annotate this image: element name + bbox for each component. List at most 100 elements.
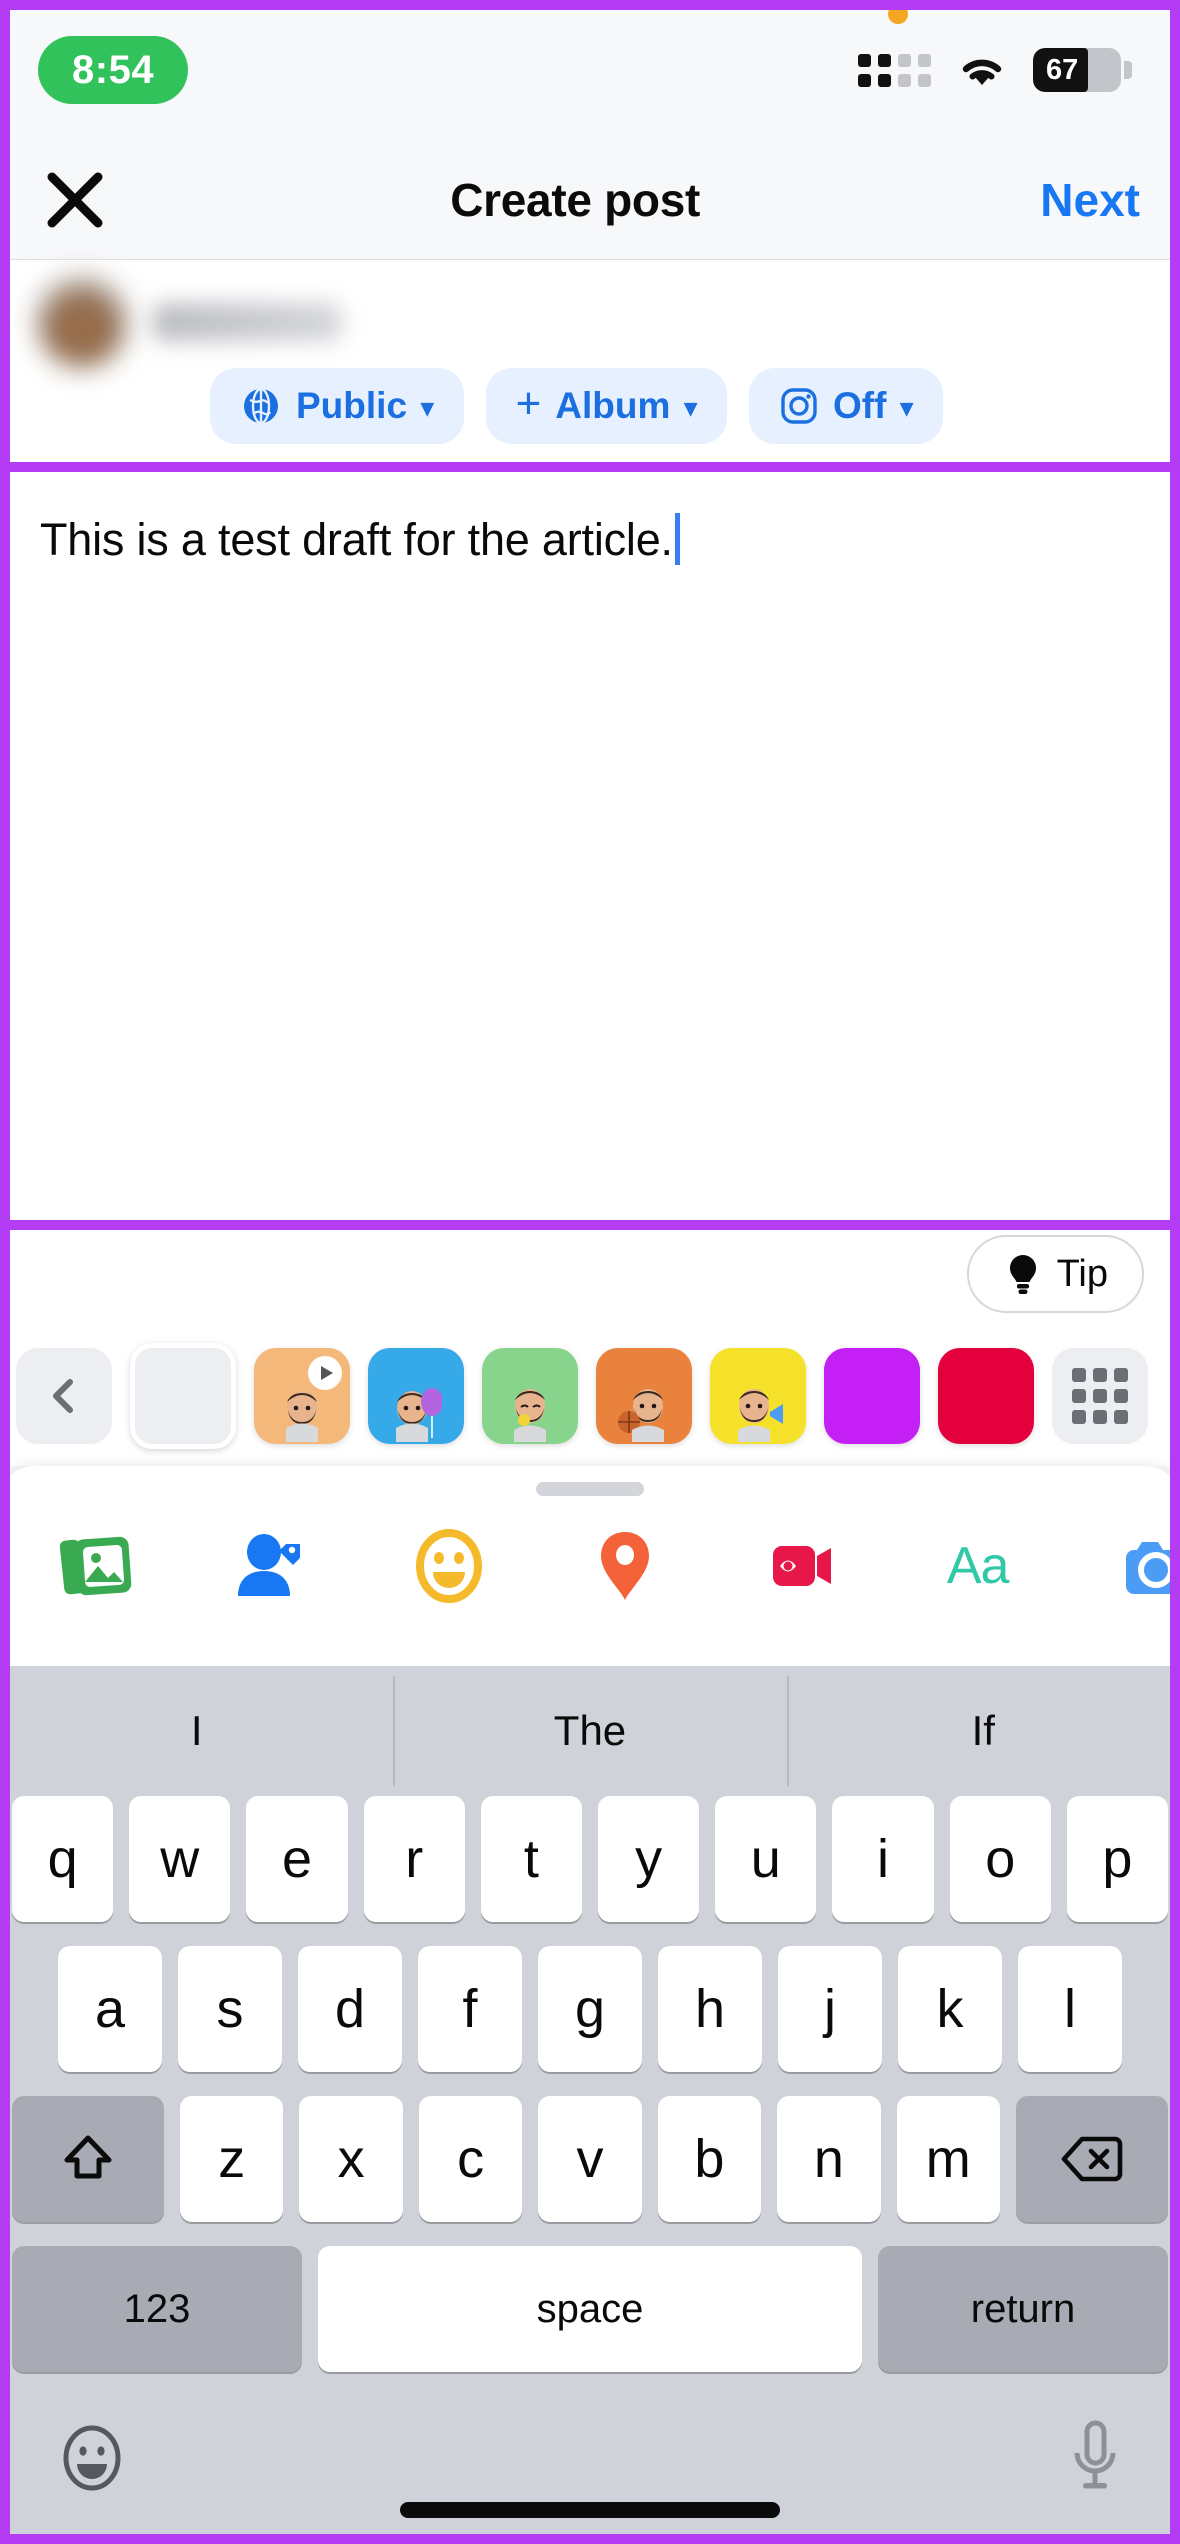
- instagram-icon: [781, 388, 817, 424]
- author-identity: [0, 276, 1180, 368]
- avatar-face-icon: [738, 1389, 783, 1442]
- photo-library-icon: [59, 1536, 132, 1596]
- sheet-drag-handle[interactable]: [536, 1482, 644, 1496]
- shift-arrow-icon: [64, 2135, 112, 2179]
- avatar-sticker-balloon[interactable]: [368, 1348, 464, 1444]
- photo-library-button[interactable]: [48, 1518, 144, 1614]
- avatar-face-icon: [618, 1389, 664, 1442]
- next-button[interactable]: Next: [1040, 173, 1140, 227]
- feeling-activity-button[interactable]: [401, 1518, 497, 1614]
- key-p[interactable]: p: [1066, 1796, 1169, 1922]
- predictive-text-bar: I The If: [0, 1666, 1180, 1796]
- prediction-3[interactable]: If: [786, 1676, 1180, 1786]
- key-e[interactable]: e: [246, 1796, 348, 1922]
- backspace-key[interactable]: [1015, 2096, 1168, 2222]
- text-cursor: [674, 513, 680, 565]
- key-g[interactable]: g: [538, 1946, 642, 2072]
- lightbulb-icon: [1009, 1255, 1036, 1294]
- key-h[interactable]: h: [658, 1946, 762, 2072]
- prediction-2[interactable]: The: [393, 1676, 786, 1786]
- live-video-button[interactable]: [753, 1518, 849, 1614]
- attachment-toolbar-sheet: Aa: [0, 1466, 1180, 1666]
- check-in-button[interactable]: [577, 1518, 673, 1614]
- instagram-crosspost-button[interactable]: Off ▾: [748, 368, 943, 444]
- key-k[interactable]: k: [898, 1946, 1002, 2072]
- avatar-face-icon: [396, 1388, 442, 1442]
- key-i[interactable]: i: [832, 1796, 934, 1922]
- camera-button[interactable]: [1106, 1518, 1180, 1614]
- space-key[interactable]: space: [318, 2246, 862, 2372]
- post-composer[interactable]: This is a test draft for the article.: [0, 470, 1180, 1222]
- keyboard-row-1: q w e r t y u i o p: [0, 1796, 1180, 1922]
- play-icon: [308, 1356, 342, 1390]
- sticker-strip[interactable]: [0, 1326, 1180, 1466]
- key-t[interactable]: t: [480, 1796, 582, 1922]
- keyboard-row-2: a s d f g h j k l: [0, 1946, 1180, 2072]
- app-screen: 8:54 67 Create post Next Public ▾ + Albu…: [0, 0, 1180, 2544]
- shift-key[interactable]: [12, 2096, 165, 2222]
- keyboard-row-3: z x c v b n m: [0, 2096, 1180, 2222]
- audience-public-button[interactable]: Public ▾: [210, 368, 464, 444]
- tag-people-button[interactable]: [224, 1518, 320, 1614]
- avatar-sticker-flower[interactable]: [482, 1348, 578, 1444]
- sticker-strip-back-button[interactable]: [16, 1348, 112, 1444]
- emoji-keyboard-icon[interactable]: [54, 2420, 130, 2496]
- key-v[interactable]: v: [538, 2096, 642, 2222]
- chevron-down-icon: ▾: [684, 393, 697, 422]
- return-key[interactable]: return: [878, 2246, 1168, 2372]
- instagram-crosspost-label: Off: [832, 385, 887, 426]
- microphone-icon[interactable]: [1064, 2417, 1126, 2499]
- key-n[interactable]: n: [777, 2096, 881, 2222]
- avatar-sticker-basketball[interactable]: [596, 1348, 692, 1444]
- avatar[interactable]: [36, 276, 128, 368]
- globe-icon: [244, 387, 278, 425]
- key-c[interactable]: c: [418, 2096, 523, 2222]
- key-b[interactable]: b: [657, 2096, 762, 2222]
- close-icon: [47, 172, 103, 227]
- key-z[interactable]: z: [180, 2096, 284, 2222]
- status-bar: 8:54 67: [0, 0, 1180, 140]
- software-keyboard: I The If q w e r t y u i o p a s d f g h…: [0, 1666, 1180, 2544]
- home-indicator: [400, 2502, 780, 2518]
- key-a[interactable]: a: [58, 1946, 162, 2072]
- tag-people-icon: [238, 1534, 301, 1596]
- key-l[interactable]: l: [1018, 1946, 1122, 2072]
- close-button[interactable]: [40, 165, 110, 235]
- author-name-redacted: [152, 303, 342, 341]
- avatar-sticker-video[interactable]: [254, 1348, 350, 1444]
- key-x[interactable]: x: [299, 2096, 403, 2222]
- chevron-down-icon: ▾: [421, 393, 434, 422]
- avatar-sticker-megaphone[interactable]: [710, 1348, 806, 1444]
- key-o[interactable]: o: [949, 1796, 1051, 1922]
- key-m[interactable]: m: [896, 2096, 1000, 2222]
- sticker-blank[interactable]: [130, 1343, 236, 1449]
- backspace-icon: [1061, 2136, 1123, 2182]
- tip-button[interactable]: Tip: [966, 1235, 1144, 1313]
- key-j[interactable]: j: [778, 1946, 882, 2072]
- chevron-left-icon: [53, 1379, 73, 1413]
- keyboard-row-4: 123 space return: [0, 2246, 1180, 2372]
- privacy-dot-icon: [888, 4, 908, 24]
- key-d[interactable]: d: [298, 1946, 402, 2072]
- key-u[interactable]: u: [715, 1796, 817, 1922]
- prediction-1[interactable]: I: [0, 1710, 393, 1752]
- audience-public-label: Public: [296, 385, 408, 426]
- cellular-signal-icon: [858, 53, 931, 87]
- color-tile-red[interactable]: [938, 1348, 1034, 1444]
- key-r[interactable]: r: [363, 1796, 465, 1922]
- tip-row: Tip: [0, 1222, 1180, 1326]
- text-style-button[interactable]: Aa: [930, 1518, 1026, 1614]
- tip-label: Tip: [1056, 1252, 1108, 1295]
- key-y[interactable]: y: [598, 1796, 700, 1922]
- key-w[interactable]: w: [129, 1796, 231, 1922]
- album-button[interactable]: + Album ▾: [485, 368, 727, 444]
- numbers-key[interactable]: 123: [12, 2246, 302, 2372]
- color-tile-magenta[interactable]: [824, 1348, 920, 1444]
- status-bar-clock: 8:54: [38, 36, 189, 104]
- navigation-bar: Create post Next: [0, 140, 1180, 260]
- keyboard-bottom-bar: [0, 2372, 1180, 2544]
- key-q[interactable]: q: [11, 1796, 114, 1922]
- sticker-grid-button[interactable]: [1052, 1348, 1148, 1444]
- key-s[interactable]: s: [178, 1946, 282, 2072]
- key-f[interactable]: f: [418, 1946, 522, 2072]
